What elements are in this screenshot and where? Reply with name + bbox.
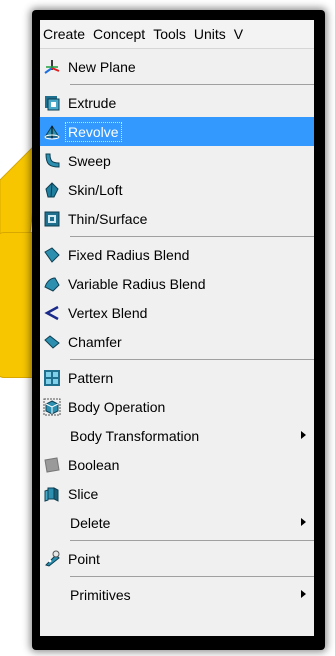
menubar-item-create[interactable]: Create [40,26,89,42]
menu-item-label: Point [68,550,100,567]
menu-item-label: Extrude [68,94,117,111]
menu-item-label: Pattern [68,369,114,386]
menu-item-label: Slice [68,485,99,502]
menu-item-label: Skin/Loft [68,181,123,198]
menu-separator [70,540,314,541]
menu-separator [70,84,314,85]
menubar: Create Concept Tools Units V [40,20,314,49]
create-menu: New Plane Extrude Revolve Sweep Skin/Lof… [40,49,314,609]
fixed-radius-blend-icon [42,245,62,265]
menu-item-label: Body Transformation [70,427,200,444]
menu-item-primitives[interactable]: Primitives [40,580,314,609]
revolve-icon [42,122,62,142]
menu-separator [70,236,314,237]
menubar-item-concept[interactable]: Concept [89,26,149,42]
menu-item-extrude[interactable]: Extrude [40,88,314,117]
menu-item-label: Sweep [68,152,111,169]
menubar-item-view[interactable]: V [230,26,247,42]
menu-item-skin-loft[interactable]: Skin/Loft [40,175,314,204]
new-plane-icon [42,57,62,77]
menu-item-label: Chamfer [68,333,122,350]
menu-item-body-transformation[interactable]: Body Transformation [40,421,314,450]
menu-item-label: Boolean [68,456,120,473]
skin-loft-icon [42,180,62,200]
chamfer-icon [42,332,62,352]
menu-item-revolve[interactable]: Revolve [40,117,314,146]
submenu-arrow-icon [301,431,306,439]
menu-item-sweep[interactable]: Sweep [40,146,314,175]
thin-surface-icon [42,209,62,229]
menu-item-vertex-blend[interactable]: Vertex Blend [40,298,314,327]
point-icon [42,549,62,569]
menu-item-label: Variable Radius Blend [68,275,206,292]
menu-separator [70,359,314,360]
menu-item-new-plane[interactable]: New Plane [40,52,314,81]
menu-item-variable-radius-blend[interactable]: Variable Radius Blend [40,269,314,298]
menu-item-fixed-radius-blend[interactable]: Fixed Radius Blend [40,240,314,269]
variable-radius-blend-icon [42,274,62,294]
menu-item-thin-surface[interactable]: Thin/Surface [40,204,314,233]
menu-item-pattern[interactable]: Pattern [40,363,314,392]
menu-item-label: New Plane [68,58,136,75]
pattern-icon [42,368,62,388]
menu-separator [70,576,314,577]
menu-item-chamfer[interactable]: Chamfer [40,327,314,356]
menu-item-label: Vertex Blend [68,304,148,321]
sweep-icon [42,151,62,171]
menu-item-label: Body Operation [68,398,166,415]
menu-item-delete[interactable]: Delete [40,508,314,537]
menu-item-body-operation[interactable]: Body Operation [40,392,314,421]
vertex-blend-icon [42,303,62,323]
body-operation-icon [42,397,62,417]
menu-item-slice[interactable]: Slice [40,479,314,508]
boolean-icon [42,455,62,475]
menu-item-boolean[interactable]: Boolean [40,450,314,479]
menu-item-label: Revolve [65,121,122,142]
menu-item-label: Primitives [70,586,131,603]
menu-item-label: Fixed Radius Blend [68,246,190,263]
slice-icon [42,484,62,504]
submenu-arrow-icon [301,590,306,598]
menubar-item-tools[interactable]: Tools [149,26,190,42]
extrude-icon [42,93,62,113]
submenu-arrow-icon [301,518,306,526]
create-menu-window: Create Concept Tools Units V New Plane E… [40,20,314,636]
menu-item-label: Thin/Surface [68,210,148,227]
menu-item-point[interactable]: Point [40,544,314,573]
menubar-item-units[interactable]: Units [190,26,230,42]
menu-item-label: Delete [70,514,111,531]
